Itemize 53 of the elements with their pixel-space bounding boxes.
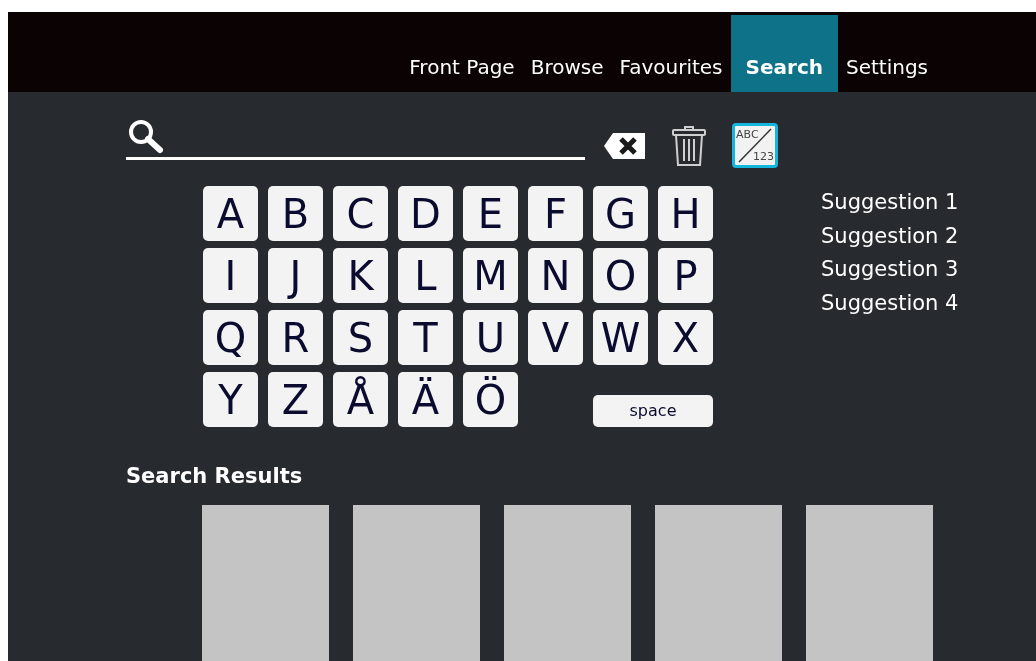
mode-top-label: ABC bbox=[736, 129, 759, 140]
backspace-icon[interactable] bbox=[603, 131, 646, 160]
letter-key[interactable]: T bbox=[398, 310, 453, 365]
letter-key[interactable]: V bbox=[528, 310, 583, 365]
nav-tab[interactable]: Favourites bbox=[611, 15, 731, 92]
letter-key[interactable]: R bbox=[268, 310, 323, 365]
input-mode-toggle[interactable]: ABC 123 bbox=[732, 123, 778, 168]
letter-key[interactable]: M bbox=[463, 248, 518, 303]
result-placeholder[interactable] bbox=[353, 504, 480, 661]
suggestion-item[interactable]: Suggestion 3 bbox=[821, 253, 959, 287]
letter-key[interactable]: I bbox=[203, 248, 258, 303]
letter-key[interactable]: N bbox=[528, 248, 583, 303]
suggestion-item[interactable]: Suggestion 2 bbox=[821, 219, 959, 253]
mode-bottom-label: 123 bbox=[753, 151, 774, 162]
suggestion-item[interactable]: Suggestion 1 bbox=[821, 186, 959, 220]
result-placeholder[interactable] bbox=[202, 504, 329, 661]
result-placeholder[interactable] bbox=[806, 504, 933, 661]
space-key[interactable]: space bbox=[593, 395, 713, 427]
letter-key[interactable]: E bbox=[463, 186, 518, 241]
letter-key[interactable]: H bbox=[658, 186, 713, 241]
letter-key[interactable]: Z bbox=[268, 372, 323, 427]
search-icon bbox=[126, 118, 166, 154]
nav-tab[interactable]: Settings bbox=[837, 15, 936, 92]
letter-key[interactable]: Y bbox=[203, 372, 258, 427]
result-placeholder[interactable] bbox=[655, 504, 782, 661]
letter-key[interactable]: J bbox=[268, 248, 323, 303]
letter-key[interactable]: Q bbox=[203, 310, 258, 365]
letter-key[interactable]: W bbox=[593, 310, 648, 365]
trash-icon[interactable] bbox=[672, 125, 706, 166]
letter-key[interactable]: S bbox=[333, 310, 388, 365]
letter-key[interactable]: C bbox=[333, 186, 388, 241]
letter-key[interactable]: U bbox=[463, 310, 518, 365]
diagonal-line-icon bbox=[737, 128, 773, 163]
search-field[interactable] bbox=[126, 118, 585, 160]
letter-key[interactable]: F bbox=[528, 186, 583, 241]
letter-key[interactable]: Å bbox=[333, 372, 388, 427]
nav-tab[interactable]: Search bbox=[730, 15, 838, 92]
letter-key[interactable]: Ö bbox=[463, 372, 518, 427]
suggestion-item[interactable]: Suggestion 4 bbox=[821, 286, 959, 320]
letter-key[interactable]: P bbox=[658, 248, 713, 303]
letter-key[interactable]: B bbox=[268, 186, 323, 241]
letter-key[interactable]: X bbox=[658, 310, 713, 365]
letter-key[interactable]: K bbox=[333, 248, 388, 303]
result-placeholder[interactable] bbox=[504, 504, 631, 661]
letter-key[interactable]: D bbox=[398, 186, 453, 241]
letter-key[interactable]: L bbox=[398, 248, 453, 303]
letter-key[interactable]: G bbox=[593, 186, 648, 241]
section-title: Search Results bbox=[126, 464, 303, 488]
letter-key[interactable]: O bbox=[593, 248, 648, 303]
letter-key[interactable]: Ä bbox=[398, 372, 453, 427]
nav-tab[interactable]: Front Page bbox=[401, 15, 523, 92]
nav-tab[interactable]: Browse bbox=[522, 15, 612, 92]
letter-key[interactable]: A bbox=[203, 186, 258, 241]
